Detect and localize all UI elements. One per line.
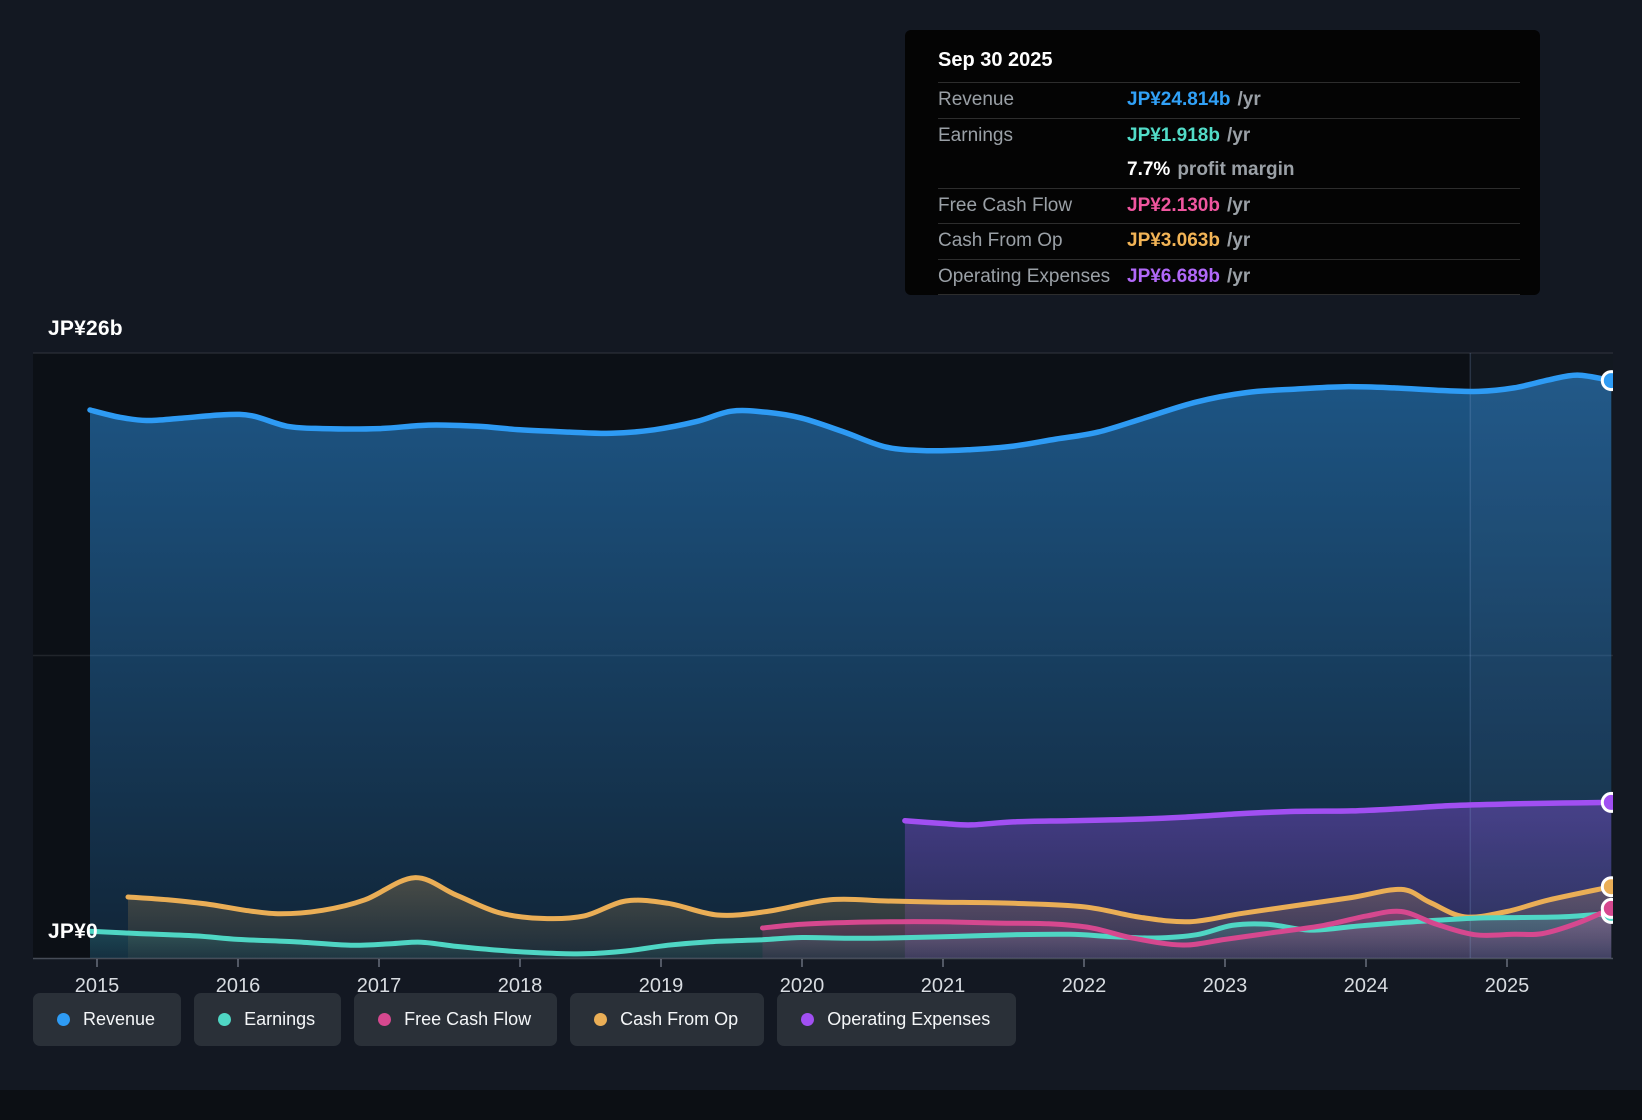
y-axis-label-zero: JP¥0 — [48, 920, 98, 943]
tooltip-label: Operating Expenses — [938, 265, 1111, 287]
tooltip-value: JP¥2.130b — [1127, 194, 1220, 216]
chart-tooltip: Sep 30 2025 Revenue JP¥24.814b /yr Earni… — [905, 30, 1540, 295]
tooltip-unit: /yr — [1226, 265, 1251, 287]
tooltip-value: JP¥1.918b — [1127, 124, 1220, 146]
legend-label: Earnings — [244, 1009, 316, 1029]
legend-item-free-cash-flow[interactable]: Free Cash Flow — [354, 993, 558, 1046]
x-tick-label: 2024 — [1344, 975, 1389, 997]
x-axis: 2015 2016 2017 2018 2019 2020 2021 2022 2023 2024… — [33, 957, 1613, 997]
legend: Revenue Earnings Free Cash Flow Cash Fro… — [33, 993, 1017, 1046]
tooltip-unit: /yr — [1237, 89, 1261, 111]
tooltip-row-operating-expenses: Operating Expenses JP¥6.689b /yr — [938, 260, 1520, 295]
tooltip-value: JP¥3.063b — [1127, 230, 1220, 252]
legend-item-cash-from-op[interactable]: Cash From Op — [570, 993, 765, 1046]
tooltip-label: Free Cash Flow — [938, 194, 1073, 216]
legend-item-earnings[interactable]: Earnings — [194, 993, 342, 1046]
tooltip-unit: /yr — [1226, 194, 1251, 216]
cash-from-op-dot-icon — [594, 1013, 608, 1026]
tooltip-label: Cash From Op — [938, 230, 1063, 252]
tooltip-row-profit-margin: 7.7% profit margin — [938, 153, 1520, 189]
series-areas — [90, 375, 1612, 959]
x-tick-label: 2025 — [1485, 975, 1530, 997]
tooltip-row-free-cash-flow: Free Cash Flow JP¥2.130b /yr — [938, 189, 1520, 224]
tooltip-date: Sep 30 2025 — [938, 38, 1520, 83]
x-tick-label: 2022 — [1062, 975, 1107, 997]
panel-bottom-strip — [0, 1090, 1642, 1120]
tooltip-label: Earnings — [938, 124, 1013, 146]
legend-label: Free Cash Flow — [404, 1009, 532, 1029]
legend-label: Cash From Op — [620, 1009, 739, 1029]
revenue-dot-icon — [57, 1013, 70, 1026]
y-axis-label-max: JP¥26b — [48, 317, 123, 340]
tooltip-row-cash-from-op: Cash From Op JP¥3.063b /yr — [938, 224, 1520, 260]
legend-item-revenue[interactable]: Revenue — [33, 993, 182, 1046]
forecast-highlight-band — [1469, 353, 1613, 959]
tooltip-value: JP¥24.814b — [1127, 89, 1231, 111]
profit-margin-label: profit margin — [1177, 159, 1295, 181]
legend-label: Operating Expenses — [827, 1009, 991, 1029]
tooltip-unit: /yr — [1226, 230, 1251, 252]
tooltip-row-revenue: Revenue JP¥24.814b /yr — [938, 83, 1520, 119]
tooltip-unit: /yr — [1226, 124, 1251, 146]
tooltip-row-earnings: Earnings JP¥1.918b /yr — [938, 119, 1520, 154]
legend-label: Revenue — [83, 1009, 156, 1029]
operating-expenses-dot-icon — [801, 1013, 815, 1026]
free-cash-flow-dot-icon — [378, 1013, 392, 1026]
financial-history-panel: 2015 2016 2017 2018 2019 2020 2021 2022 2023 2024… — [0, 0, 1642, 1120]
legend-item-operating-expenses[interactable]: Operating Expenses — [777, 993, 1017, 1046]
tooltip-value: JP¥6.689b — [1127, 265, 1220, 287]
x-tick-label: 2023 — [1203, 975, 1248, 997]
tooltip-label: Revenue — [938, 89, 1015, 111]
profit-margin-value: 7.7% — [1127, 159, 1171, 181]
earnings-dot-icon — [218, 1013, 232, 1026]
